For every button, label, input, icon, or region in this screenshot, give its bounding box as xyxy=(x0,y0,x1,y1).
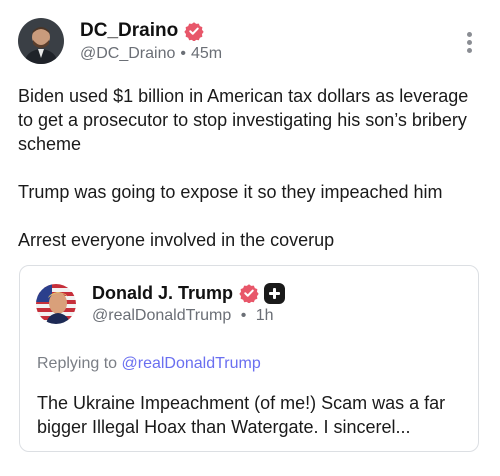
author-handle[interactable]: @DC_Draino xyxy=(80,45,175,63)
post-paragraph: Trump was going to expose it so they imp… xyxy=(18,182,443,202)
plus-badge-icon xyxy=(264,282,286,304)
post-card: DC_Draino @DC_Draino • 45m Biden used $1… xyxy=(0,0,500,476)
author-meta: @DC_Draino • 45m xyxy=(80,45,222,63)
quoted-author-avatar[interactable] xyxy=(36,283,76,324)
author-avatar[interactable] xyxy=(18,18,64,64)
more-vertical-icon[interactable] xyxy=(466,32,472,56)
author-display-name[interactable]: DC_Draino xyxy=(80,20,178,42)
quoted-post[interactable]: Donald J. Trump @realDonaldTrump • 1h Re… xyxy=(19,265,479,452)
replying-to-link[interactable]: @realDonaldTrump xyxy=(122,355,261,372)
quoted-author-info: Donald J. Trump @realDonaldTrump • 1h xyxy=(92,282,286,325)
meta-separator: • xyxy=(180,45,186,62)
quoted-author-display-name[interactable]: Donald J. Trump xyxy=(92,283,233,304)
replying-to-prefix: Replying to xyxy=(37,355,118,372)
quoted-author-meta: @realDonaldTrump • 1h xyxy=(92,307,285,325)
meta-separator: • xyxy=(240,307,247,324)
verified-badge-icon xyxy=(184,22,204,41)
replying-to-line: Replying to @realDonaldTrump xyxy=(37,355,261,373)
quoted-post-time: 1h xyxy=(255,307,274,324)
post-body: Biden used $1 billion in American tax do… xyxy=(18,84,488,276)
quoted-post-text: The Ukraine Impeachment (of me!) Scam wa… xyxy=(37,393,446,437)
post-paragraph: Arrest everyone involved in the coverup xyxy=(18,230,335,250)
post-paragraph: Biden used $1 billion in American tax do… xyxy=(18,86,469,154)
post-time: 45m xyxy=(191,45,223,62)
quoted-post-header: Donald J. Trump @realDonaldTrump • 1h xyxy=(36,282,286,325)
quoted-author-handle[interactable]: @realDonaldTrump xyxy=(92,307,231,324)
verified-badge-icon xyxy=(239,284,259,303)
post-header: DC_Draino @DC_Draino • 45m xyxy=(18,18,222,64)
author-info: DC_Draino @DC_Draino • 45m xyxy=(80,19,222,63)
